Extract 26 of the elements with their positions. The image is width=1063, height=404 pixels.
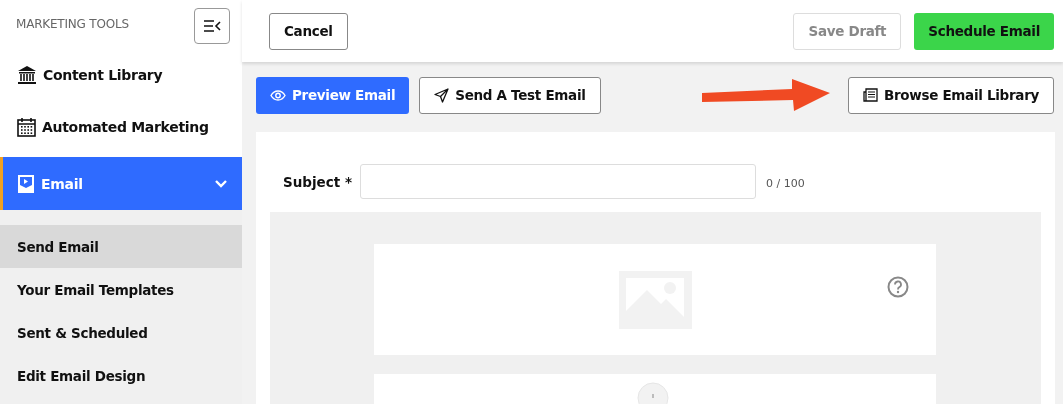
sidebar-item[interactable]: Content Library [0, 50, 242, 100]
sidebar-title: MARKETING TOOLS [16, 17, 129, 31]
chevron-icon [214, 178, 228, 189]
submenu-item[interactable]: Sent & Scheduled [0, 311, 242, 354]
help-icon[interactable] [887, 276, 909, 298]
subject-label: Subject * [283, 173, 352, 190]
character-counter: 0 / 100 [766, 177, 805, 190]
collapse-icon [203, 20, 221, 32]
document-icon [862, 88, 878, 102]
preview-email-button[interactable]: Preview Email [256, 76, 410, 114]
cancel-button[interactable]: Cancel [269, 12, 348, 50]
submenu-item[interactable]: Send Email [0, 225, 242, 268]
subject-field[interactable] [360, 164, 756, 199]
send-test-email-button[interactable]: Send A Test Email [419, 76, 601, 114]
bank-icon [17, 65, 37, 85]
paper-plane-icon [434, 87, 450, 103]
collapse-sidebar-button[interactable] [194, 8, 230, 44]
sidebar-item[interactable]: Email [0, 157, 242, 210]
calendar-icon [17, 117, 36, 137]
browse-email-library-button[interactable]: Browse Email Library [847, 76, 1054, 114]
submenu-item[interactable]: Your Email Templates [0, 268, 242, 311]
schedule-email-button[interactable]: Schedule Email [914, 12, 1054, 50]
submenu-item[interactable]: Edit Email Design [0, 354, 242, 397]
mail-icon [17, 173, 35, 194]
eye-icon [270, 89, 286, 101]
sidebar-item[interactable]: Automated Marketing [0, 102, 242, 152]
